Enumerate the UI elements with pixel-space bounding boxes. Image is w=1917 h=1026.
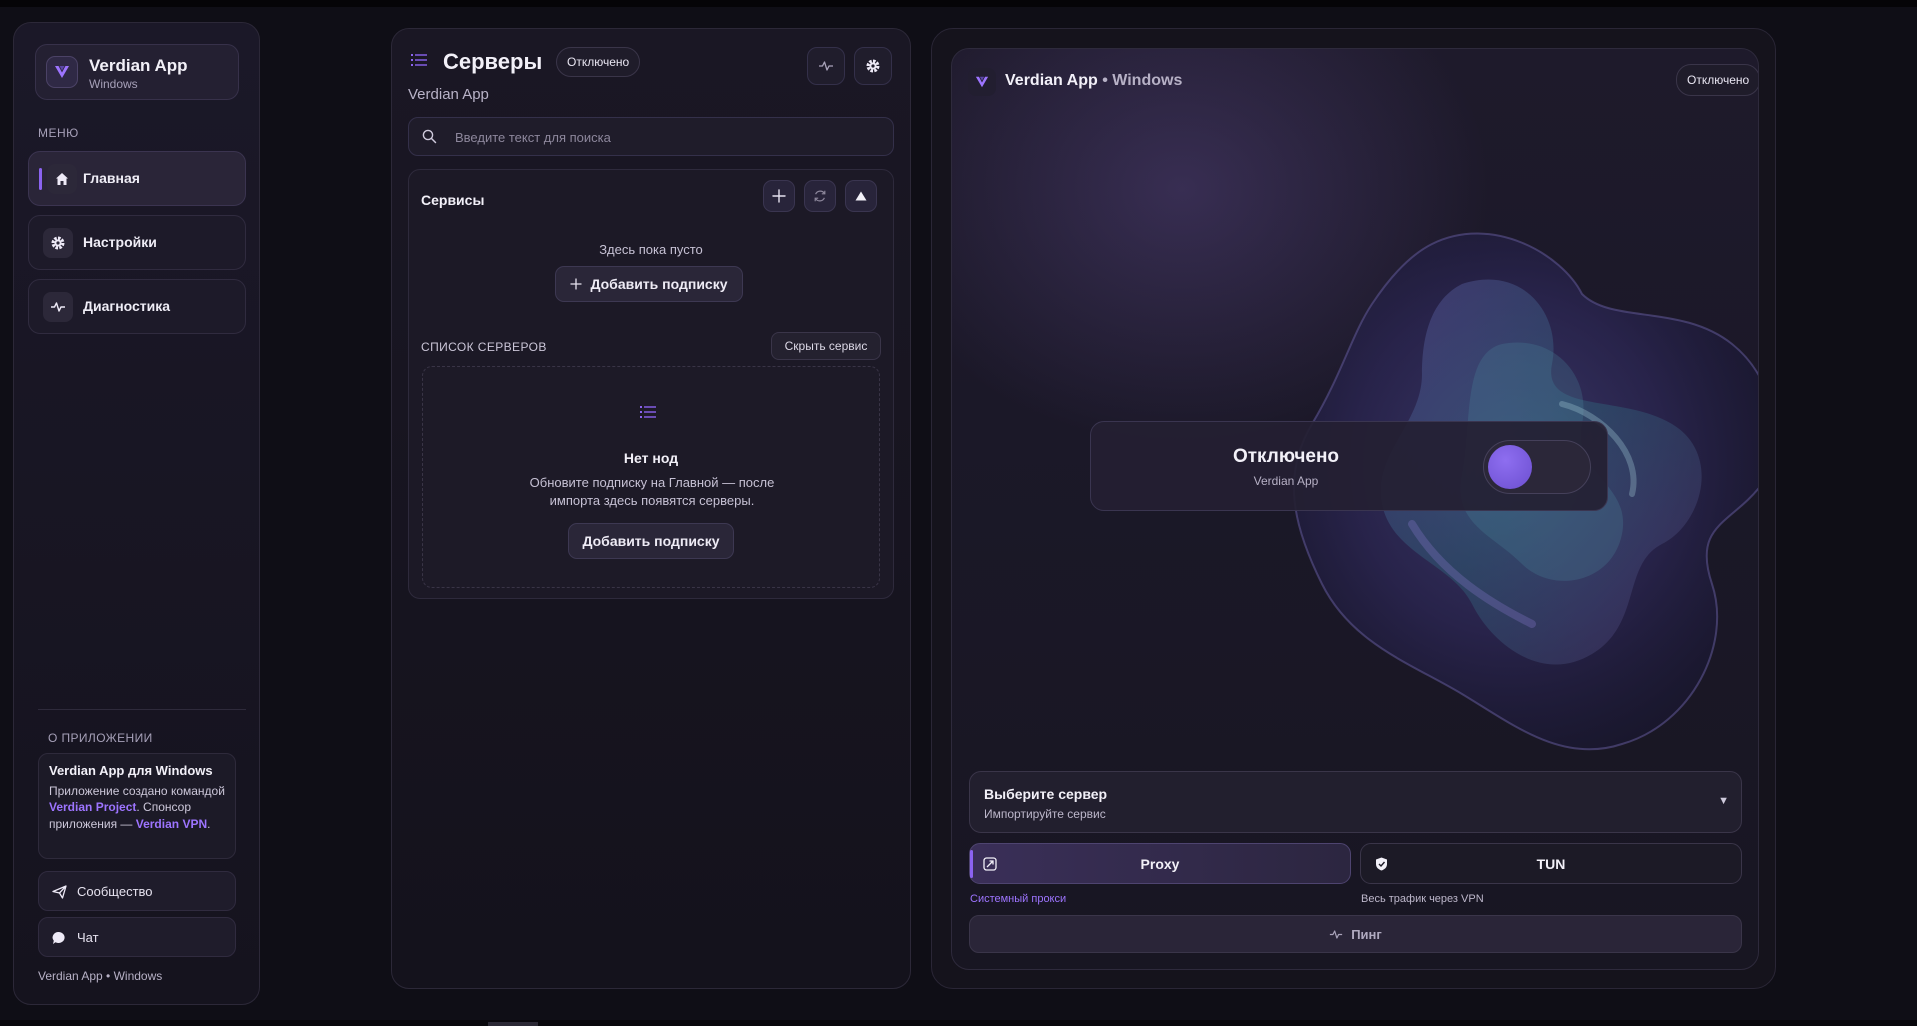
sidebar-divider (38, 709, 246, 710)
about-text: Приложение создано командой (49, 783, 225, 798)
search-field[interactable] (408, 117, 894, 157)
about-card: Verdian App для Windows Приложение созда… (38, 753, 236, 859)
mode-proxy-label: Proxy (1140, 856, 1180, 872)
no-nodes-text: Обновите подписку на Главной — после имп… (529, 475, 775, 508)
scroll-indicator (488, 1022, 538, 1026)
server-select-title: Выберите сервер (984, 786, 1108, 802)
server-list-label: СПИСОК СЕРВЕРОВ (421, 340, 547, 354)
connection-sub: Verdian App (1253, 474, 1319, 488)
add-subscription-label: Добавить подписку (582, 533, 720, 549)
brand-sub: Windows (89, 77, 138, 91)
about-link-vpn[interactable]: Verdian VPN (136, 817, 207, 831)
mode-proxy-hint: Системный прокси (970, 893, 1067, 905)
status-badge: Отключено (556, 47, 641, 77)
hide-service-button[interactable]: Скрыть сервис (771, 332, 881, 360)
plus-icon (772, 189, 786, 203)
brand-card[interactable]: Verdian App Windows (35, 44, 239, 100)
ping-button[interactable]: Пинг (969, 915, 1742, 953)
menu-label: МЕНЮ (38, 126, 79, 140)
page-subtitle: Verdian App (408, 86, 489, 103)
main-title: Verdian App • Windows (1005, 72, 1182, 90)
add-subscription-button[interactable]: Добавить подписку (555, 266, 743, 302)
services-card: Сервисы Здесь пока пусто Добавить подпис… (408, 169, 894, 599)
main-panel: Verdian App • Windows Отключено Отключен… (931, 28, 1776, 989)
community-button[interactable]: Сообщество (38, 871, 236, 911)
search-input[interactable] (453, 118, 877, 157)
toggle-knob (1488, 445, 1532, 489)
settings-button[interactable] (854, 47, 892, 85)
empty-state-text: Здесь пока пусто (599, 242, 703, 257)
about-title: Verdian App для Windows (49, 763, 213, 778)
collapse-button[interactable] (845, 180, 877, 212)
server-select[interactable]: Выберите сервер Импортируйте сервис ▼ (969, 771, 1742, 833)
connection-stage: Verdian App • Windows Отключено Отключен… (951, 48, 1759, 970)
sidebar-item-label: Настройки (83, 234, 157, 250)
connection-status: Отключено (1232, 446, 1340, 467)
page-title: Серверы (443, 49, 543, 74)
status-badge: Отключено (1676, 64, 1758, 96)
add-subscription-label: Добавить подписку (590, 276, 728, 292)
window-bottom-bar (0, 1020, 1917, 1026)
plus-icon (570, 278, 583, 290)
main-title-sep: • (1097, 72, 1113, 89)
ping-label: Пинг (1351, 926, 1382, 942)
sidebar-item-home[interactable]: Главная (28, 151, 246, 206)
main-title-platform: Windows (1112, 72, 1183, 89)
app-logo-icon (46, 56, 78, 88)
servers-panel: Серверы Отключено Verdian App Сервисы Зд… (391, 28, 911, 989)
about-label: О ПРИЛОЖЕНИИ (48, 731, 153, 745)
chat-icon (50, 929, 68, 947)
about-link-project[interactable]: Verdian Project (49, 800, 136, 814)
chevron-down-icon: ▼ (1718, 795, 1729, 807)
app-logo-icon (968, 68, 996, 96)
search-icon (422, 129, 437, 149)
mode-tun-button[interactable]: TUN (1360, 843, 1742, 884)
list-icon (640, 405, 656, 424)
no-nodes-title: Нет нод (623, 450, 679, 466)
add-service-button[interactable] (763, 180, 795, 212)
add-subscription-button-2[interactable]: Добавить подписку (568, 523, 734, 559)
mode-tun-hint: Весь трафик через VPN (1361, 893, 1484, 905)
connection-card: Отключено Verdian App (1090, 421, 1608, 511)
sidebar-item-label: Главная (83, 170, 140, 186)
about-text: . (207, 816, 211, 831)
refresh-icon (814, 190, 826, 202)
no-nodes-box: Нет нод Обновите подписку на Главной — п… (422, 366, 880, 588)
mode-proxy-button[interactable]: Proxy (969, 843, 1351, 884)
sidebar-footer: Verdian App • Windows (38, 969, 163, 983)
pulse-icon (43, 292, 73, 322)
mode-tun-label: TUN (1536, 856, 1566, 872)
pulse-icon (1330, 929, 1343, 939)
connect-toggle[interactable] (1483, 440, 1591, 494)
chat-label: Чат (77, 930, 99, 945)
list-icon (411, 53, 427, 72)
server-select-sub: Импортируйте сервис (984, 807, 1106, 821)
refresh-button[interactable] (804, 180, 836, 212)
chat-button[interactable]: Чат (38, 917, 236, 957)
sidebar: Verdian App Windows МЕНЮ Главная Настрой… (13, 22, 260, 1005)
brand-name: Verdian App (89, 56, 188, 75)
diagnostics-button[interactable] (807, 47, 845, 85)
main-title-app: Verdian App (1005, 72, 1098, 89)
pulse-icon (819, 61, 833, 71)
sidebar-item-diagnostics[interactable]: Диагностика (28, 279, 246, 334)
gear-icon (866, 59, 880, 73)
sidebar-item-settings[interactable]: Настройки (28, 215, 246, 270)
triangle-up-icon (855, 191, 867, 201)
services-title: Сервисы (421, 192, 485, 208)
send-icon (50, 883, 68, 901)
gear-icon (43, 228, 73, 258)
home-icon (47, 164, 77, 194)
sidebar-item-label: Диагностика (83, 298, 171, 314)
window-top-bar (0, 0, 1917, 7)
community-label: Сообщество (77, 884, 153, 899)
